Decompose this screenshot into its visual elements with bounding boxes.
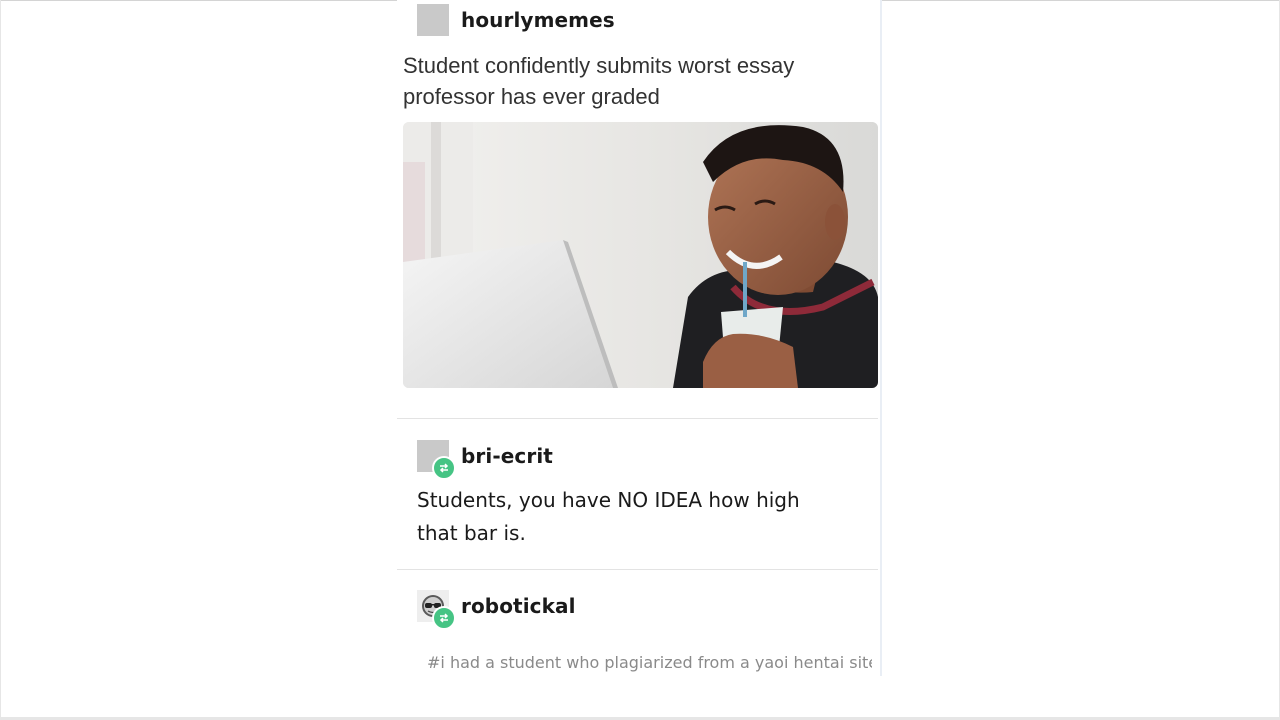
reblog-badge: [432, 456, 456, 480]
reblog-header: bri-ecrit: [417, 440, 553, 480]
frame-left-border: [0, 0, 1, 720]
reblog-header: robotickal: [417, 590, 576, 630]
original-post-header: hourlymemes: [417, 4, 615, 36]
reblog-badge: [432, 606, 456, 630]
photo-student-laptop-icon: [403, 122, 878, 388]
post-tag[interactable]: #i had a student who plagiarized from a …: [427, 653, 872, 672]
post-divider: [397, 569, 878, 570]
username[interactable]: robotickal: [461, 594, 576, 618]
reblog-body-line: that bar is.: [417, 521, 526, 545]
screen: hourlymemes Student confidently submits …: [0, 0, 1280, 720]
post-photo[interactable]: [403, 122, 878, 388]
reblog-body-line: Students, you have NO IDEA how high: [417, 488, 800, 512]
post-column-edge: [880, 0, 882, 676]
post-title-line: professor has ever graded: [403, 84, 660, 109]
post-title: Student confidently submits worst essay …: [403, 50, 853, 112]
avatar[interactable]: [417, 4, 449, 36]
reblog-body: Students, you have NO IDEA how high that…: [417, 484, 837, 550]
username[interactable]: bri-ecrit: [461, 444, 553, 468]
reblog-icon: [439, 613, 449, 623]
post-divider: [397, 418, 878, 419]
post-title-line: Student confidently submits worst essay: [403, 53, 795, 78]
avatar[interactable]: [417, 440, 456, 480]
username[interactable]: hourlymemes: [461, 8, 615, 32]
avatar[interactable]: [417, 590, 456, 630]
reblog-icon: [439, 463, 449, 473]
